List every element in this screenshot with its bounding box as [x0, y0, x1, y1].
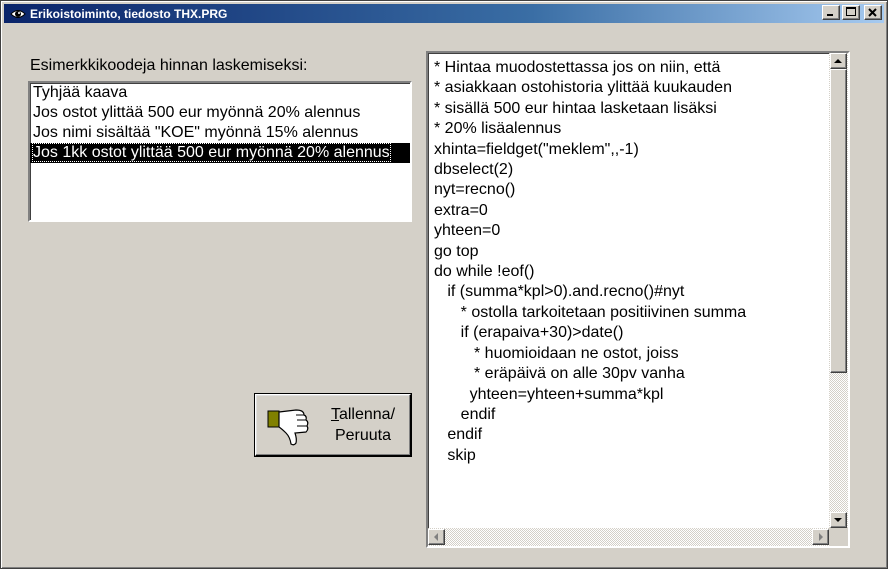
- code-line: * huomioidaan ne ostot, joiss: [434, 344, 679, 362]
- vertical-scrollbar[interactable]: [829, 53, 848, 528]
- horizontal-scrollbar[interactable]: [428, 528, 829, 546]
- examples-listbox[interactable]: Tyhjää kaava Jos ostot ylittää 500 eur m…: [28, 81, 412, 222]
- code-line: * 20% lisäalennus: [434, 120, 562, 138]
- app-window: Erikoistoiminto, tiedosto THX.PRG Esimer…: [0, 0, 888, 569]
- save-cancel-label: Tallenna/ Peruuta: [320, 404, 406, 446]
- scroll-corner: [829, 528, 848, 546]
- code-line: skip: [434, 446, 476, 464]
- scroll-down-button[interactable]: [830, 512, 847, 528]
- code-line: * sisällä 500 eur hintaa lasketaan lisäk…: [434, 99, 717, 117]
- list-item[interactable]: Jos ostot ylittää 500 eur myönnä 20% ale…: [30, 103, 410, 123]
- scroll-thumb[interactable]: [830, 69, 847, 373]
- window-title: Erikoistoiminto, tiedosto THX.PRG: [30, 6, 228, 21]
- code-line: endif: [434, 426, 483, 444]
- examples-label: Esimerkkikoodeja hinnan laskemiseksi:: [30, 57, 308, 74]
- close-button[interactable]: [864, 5, 882, 20]
- code-line: dbselect(2): [434, 161, 514, 179]
- code-line: go top: [434, 242, 479, 260]
- code-line: * eräpäivä on alle 30pv vanha: [434, 365, 685, 383]
- scroll-left-button[interactable]: [428, 529, 445, 545]
- code-line: endif: [434, 405, 496, 423]
- save-label-rest: allenna/: [338, 406, 396, 423]
- code-line: extra=0: [434, 201, 488, 219]
- code-line: if (erapaiva+30)>date(): [434, 324, 624, 342]
- window-controls: [822, 5, 882, 20]
- code-line: nyt=recno(): [434, 181, 516, 199]
- code-line: * asiakkaan ostohistoria ylittää kuukaud…: [434, 79, 732, 97]
- code-line: xhinta=fieldget("meklem",,-1): [434, 140, 639, 158]
- save-cancel-button[interactable]: Tallenna/ Peruuta: [254, 393, 412, 457]
- code-text[interactable]: * Hintaa muodostettassa jos on niin, ett…: [434, 58, 830, 466]
- thumbs-down-icon: [267, 409, 309, 446]
- code-line: * ostolla tarkoitetaan positiivinen summ…: [434, 303, 747, 321]
- scroll-right-button[interactable]: [812, 529, 829, 545]
- code-line: do while !eof(): [434, 263, 535, 281]
- code-line: if (summa*kpl>0).and.recno()#nyt: [434, 283, 685, 301]
- maximize-button[interactable]: [842, 5, 860, 20]
- list-item[interactable]: Tyhjää kaava: [30, 83, 410, 103]
- eye-icon: [10, 7, 26, 21]
- scroll-up-button[interactable]: [830, 53, 847, 69]
- code-line: yhteen=yhteen+summa*kpl: [434, 385, 664, 403]
- title-bar[interactable]: Erikoistoiminto, tiedosto THX.PRG: [4, 4, 884, 23]
- cancel-label: Peruuta: [334, 427, 392, 444]
- code-line: * Hintaa muodostettassa jos on niin, ett…: [434, 59, 721, 76]
- minimize-button[interactable]: [822, 5, 840, 20]
- list-item-selected[interactable]: Jos 1kk ostot ylittää 500 eur myönnä 20%…: [30, 143, 410, 163]
- code-editor[interactable]: * Hintaa muodostettassa jos on niin, ett…: [426, 51, 850, 548]
- code-line: yhteen=0: [434, 222, 501, 240]
- list-item[interactable]: Jos nimi sisältää "KOE" myönnä 15% alenn…: [30, 123, 410, 143]
